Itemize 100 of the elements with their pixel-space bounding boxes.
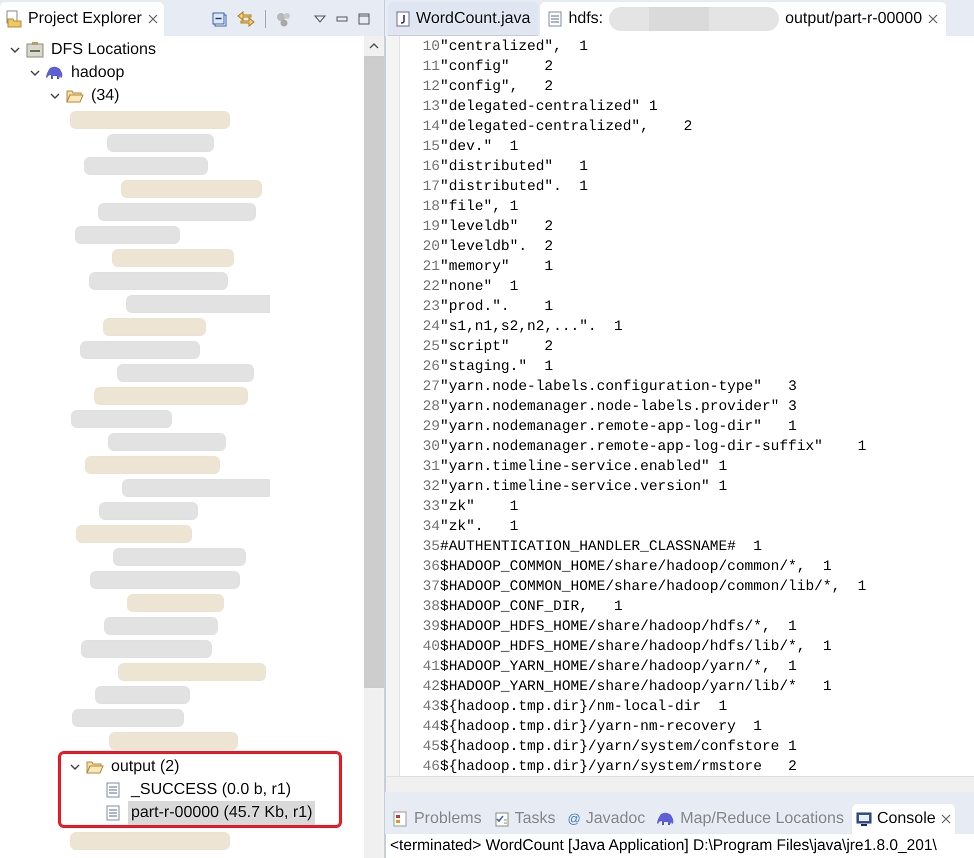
line-number: 20 [422, 238, 440, 258]
tree-item[interactable]: hadoop [68, 60, 128, 84]
code-line: "zk" 1 [440, 498, 518, 518]
code-line: "leveldb" 2 [440, 218, 554, 238]
scrollbar[interactable] [364, 36, 384, 858]
line-number: 44 [422, 718, 440, 738]
problems-icon [393, 811, 409, 827]
line-number: 13 [422, 98, 440, 118]
code-line: $HADOOP_HDFS_HOME/share/hadoop/hdfs/lib/*, 1 [440, 638, 832, 658]
view-title: Project Explorer [28, 9, 142, 29]
java-file-icon [396, 10, 410, 26]
code-line: $HADOOP_COMMON_HOME/share/hadoop/common/*, 1 [440, 558, 832, 578]
code-line: "dev." 1 [440, 138, 518, 158]
code-line: "s1,n1,s2,n2,...". 1 [440, 318, 623, 338]
folder-document-icon [6, 10, 22, 28]
code-line: "none" 1 [440, 278, 518, 298]
tree-item[interactable]: part-r-00000 (45.7 Kb, r1) [128, 800, 316, 824]
line-number: 17 [422, 178, 440, 198]
code-line: "yarn.node-labels.configuration-type" 3 [440, 378, 797, 398]
code-line: ${hadoop.tmp.dir}/yarn/system/rmstore 2 [440, 758, 797, 776]
server-icon [26, 42, 44, 58]
line-number: 46 [422, 758, 440, 776]
tree-item[interactable]: _SUCCESS (0.0 b, r1) [128, 778, 294, 802]
line-number: 36 [422, 558, 440, 578]
line-number: 23 [422, 298, 440, 318]
horizontal-scrollbar[interactable] [386, 776, 974, 792]
tree-item[interactable]: DFS Locations [48, 38, 159, 62]
close-icon[interactable] [928, 14, 938, 24]
code-line: $HADOOP_CONF_DIR, 1 [440, 598, 623, 618]
collapse-all-icon[interactable] [212, 12, 227, 26]
code-line: $HADOOP_YARN_HOME/share/hadoop/yarn/*, 1 [440, 658, 797, 678]
code-line: "yarn.nodemanager.node-labels.provider" 3 [440, 398, 797, 418]
code-line: $HADOOP_HDFS_HOME/share/hadoop/hdfs/*, 1 [440, 618, 797, 638]
line-number: 27 [422, 378, 440, 398]
line-number: 34 [422, 518, 440, 538]
document-icon [106, 804, 120, 820]
line-number: 10 [422, 38, 440, 58]
elephant-icon [46, 66, 64, 80]
clipboard-icon [494, 811, 510, 827]
code-line: "yarn.nodemanager.remote-app-log-dir" 1 [440, 418, 797, 438]
document-icon [548, 11, 562, 27]
code-line: "delegated-centralized", 2 [440, 118, 692, 138]
chevron-icon[interactable] [10, 44, 20, 54]
tree-item[interactable]: (34) [88, 84, 122, 108]
editor-tab[interactable]: hdfs: output/part-r-00000 [540, 2, 946, 36]
minimize-icon[interactable] [336, 16, 348, 22]
code-line: "distributed". 1 [440, 178, 588, 198]
line-number: 32 [422, 478, 440, 498]
maximize-icon[interactable] [358, 13, 370, 25]
folder-icon [66, 88, 84, 102]
code-line: "leveldb". 2 [440, 238, 554, 258]
code-line: "file", 1 [440, 198, 518, 218]
line-number: 45 [422, 738, 440, 758]
line-number: 11 [422, 58, 440, 78]
line-number: 16 [422, 158, 440, 178]
line-number: 28 [422, 398, 440, 418]
code-line: "script" 2 [440, 338, 554, 358]
line-number: 24 [422, 318, 440, 338]
line-number: 25 [422, 338, 440, 358]
code-line: "prod.". 1 [440, 298, 554, 318]
line-number: 31 [422, 458, 440, 478]
document-icon [106, 782, 120, 798]
tree-item[interactable]: output (2) [108, 754, 182, 778]
line-number: 35 [422, 538, 440, 558]
console-text: <terminated> WordCount [Java Application] D:\Program Files\java\jre1.8.0_201\ [390, 836, 937, 856]
chevron-icon[interactable] [70, 762, 80, 772]
close-icon[interactable] [940, 814, 951, 824]
scrollbar-thumb[interactable] [364, 56, 384, 688]
panel-tab[interactable]: Console [852, 804, 955, 834]
elephant-icon [657, 812, 676, 826]
chevron-icon[interactable] [30, 68, 40, 78]
code-line: "centralized", 1 [440, 38, 588, 58]
line-number: 29 [422, 418, 440, 438]
chevron-icon[interactable] [50, 90, 60, 100]
line-number: 22 [422, 278, 440, 298]
line-number: 43 [422, 698, 440, 718]
code-line: "config" 2 [440, 58, 554, 78]
view-tab[interactable]: Project Explorer [0, 2, 164, 36]
monitor-icon [856, 811, 872, 827]
line-number: 39 [422, 618, 440, 638]
code-line: "staging." 1 [440, 358, 554, 378]
view-menu-icon[interactable] [314, 15, 326, 23]
line-number: 18 [422, 198, 440, 218]
editor-tab[interactable]: WordCount.java [388, 2, 538, 36]
code-line: "memory" 1 [440, 258, 554, 278]
code-line: "distributed" 1 [440, 158, 588, 178]
line-number: 37 [422, 578, 440, 598]
at-sign-icon: @ [567, 809, 581, 829]
code-line: "config", 2 [440, 78, 554, 98]
link-arrows-icon[interactable] [237, 11, 255, 27]
line-number: 19 [422, 218, 440, 238]
line-number: 15 [422, 138, 440, 158]
line-number: 30 [422, 438, 440, 458]
code-line: "yarn.nodemanager.remote-app-log-dir-suffix" 1 [440, 438, 866, 458]
code-line: $HADOOP_COMMON_HOME/share/hadoop/common/lib/*, 1 [440, 578, 866, 598]
line-number: 40 [422, 638, 440, 658]
close-icon[interactable] [148, 14, 158, 24]
code-line: ${hadoop.tmp.dir}/yarn-nm-recovery 1 [440, 718, 762, 738]
code-line: "zk". 1 [440, 518, 518, 538]
line-number: 42 [422, 678, 440, 698]
